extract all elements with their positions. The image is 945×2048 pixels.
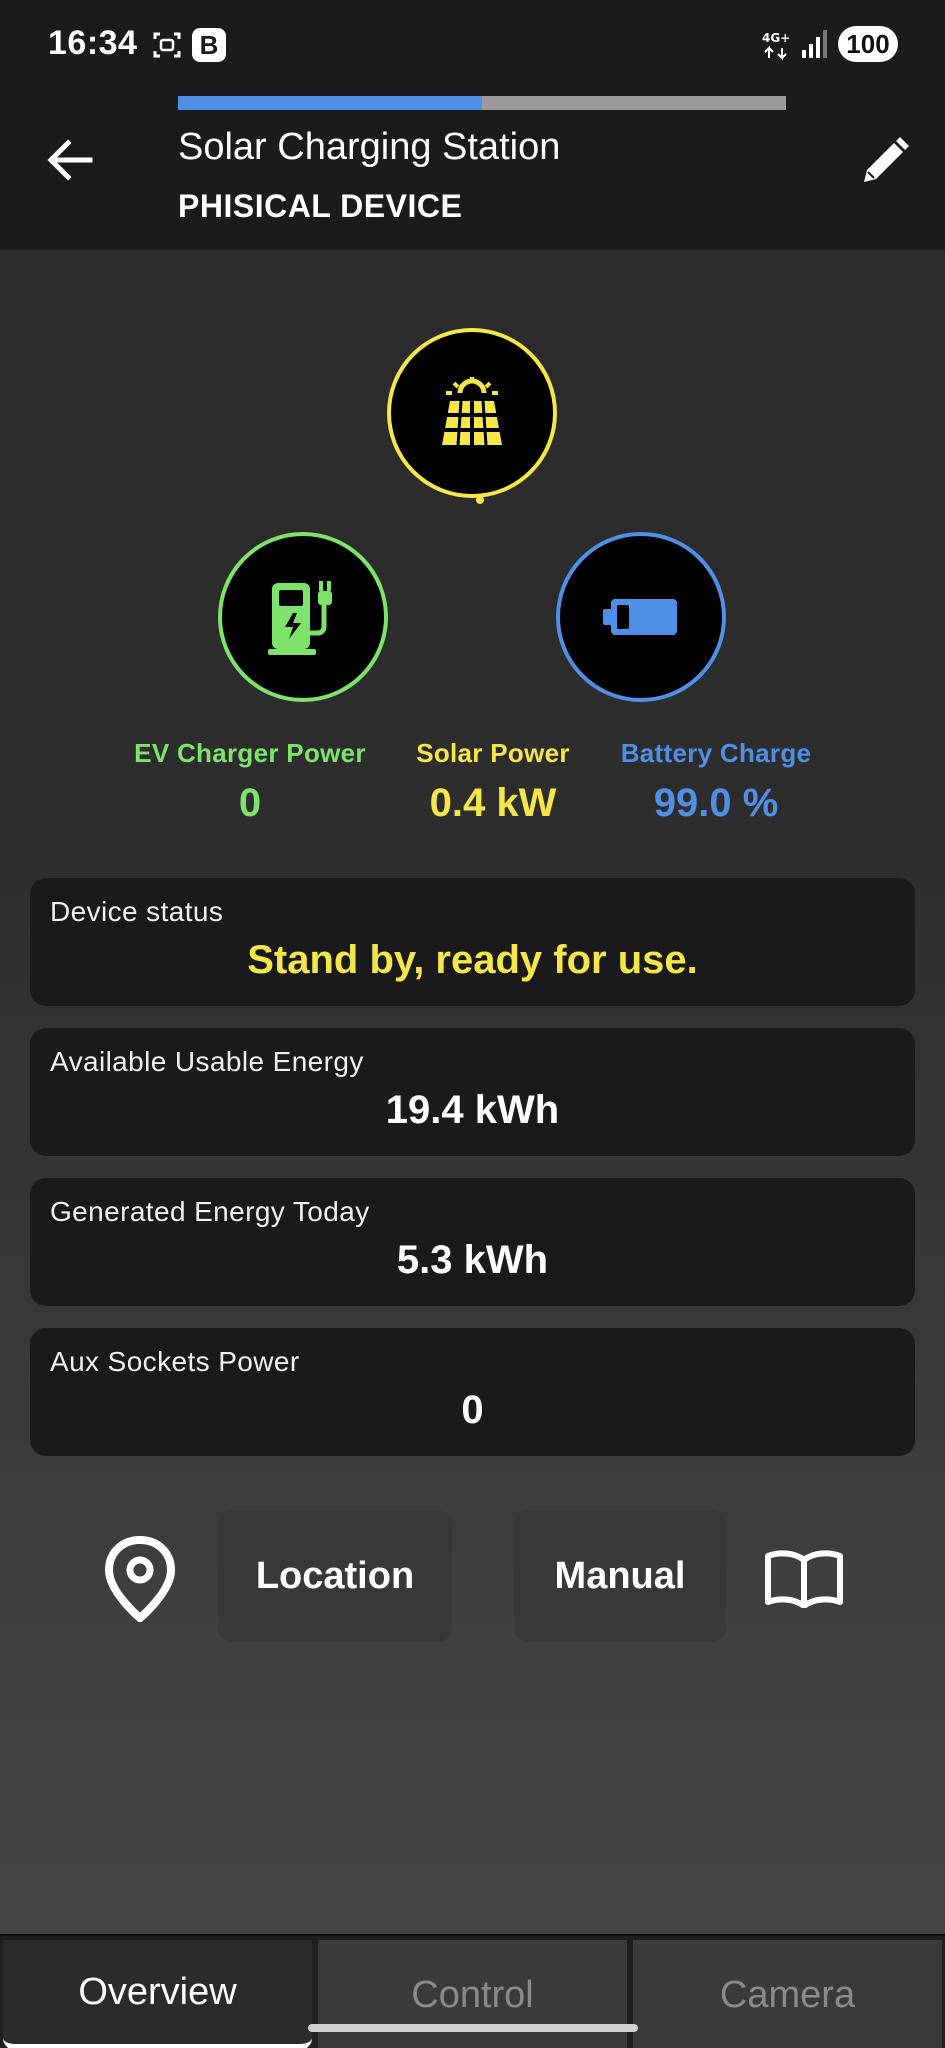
aux-sockets-label: Aux Sockets Power <box>50 1346 300 1377</box>
solar-power-value: 0.4 kW <box>429 781 557 825</box>
generated-energy-value: 5.3 kWh <box>396 1238 549 1282</box>
status-time: 16:34 <box>48 24 138 62</box>
usable-energy-label: Available Usable Energy <box>50 1046 364 1077</box>
usable-energy-value: 19.4 kWh <box>385 1088 560 1132</box>
device-status-card: Device status Stand by, ready for use. <box>30 878 915 1006</box>
solar-power-metric: Solar Power 0.4 kW <box>393 738 593 826</box>
solar-panel-icon <box>442 377 502 446</box>
open-book-icon[interactable] <box>764 1548 844 1608</box>
app-badge-icon: B <box>192 28 226 62</box>
battery-icon <box>603 599 677 635</box>
progress-bar <box>178 96 786 110</box>
signal-icon <box>802 30 827 58</box>
generated-energy-card: Generated Energy Today 5.3 kWh <box>30 1178 915 1306</box>
edit-pencil-icon[interactable] <box>856 134 912 190</box>
aux-sockets-card: Aux Sockets Power 0 <box>30 1328 915 1456</box>
home-indicator[interactable] <box>308 2024 638 2032</box>
back-arrow-icon[interactable] <box>40 130 100 190</box>
device-status-label: Device status <box>50 896 224 927</box>
battery-charge-label: Battery Charge <box>620 738 812 768</box>
screenshot-icon <box>153 32 181 58</box>
battery-status-badge: 100 <box>838 26 898 62</box>
status-bar: 16:34 B 4G+ 100 <box>0 0 945 90</box>
tab-overview[interactable]: Overview <box>3 1940 312 2048</box>
device-status-value: Stand by, ready for use. <box>247 938 698 982</box>
network-icon: 4G+ <box>762 31 790 61</box>
location-pin-icon[interactable] <box>102 1536 178 1622</box>
solar-power-label: Solar Power <box>416 738 570 768</box>
network-label: 4G+ <box>762 31 790 45</box>
usable-energy-card: Available Usable Energy 19.4 kWh <box>30 1028 915 1156</box>
ev-charger-power-value: 0 <box>238 781 262 825</box>
ev-charger-icon <box>268 581 332 655</box>
tab-camera[interactable]: Camera <box>633 1940 942 2048</box>
battery-charge-metric: Battery Charge 99.0 % <box>606 738 826 826</box>
page-subtitle: PHISICAL DEVICE <box>178 188 463 224</box>
aux-sockets-value: 0 <box>461 1388 484 1432</box>
battery-charge-value: 99.0 % <box>653 781 779 825</box>
page-title: Solar Charging Station <box>178 126 561 168</box>
ev-charger-indicator <box>218 532 388 702</box>
ev-charger-power-label: EV Charger Power <box>134 738 366 768</box>
progress-fill <box>178 96 482 110</box>
location-button[interactable]: Location <box>218 1510 452 1642</box>
solar-power-indicator <box>387 328 557 498</box>
generated-energy-label: Generated Energy Today <box>50 1196 370 1227</box>
ev-charger-power-metric: EV Charger Power 0 <box>120 738 380 826</box>
app-header: Solar Charging Station PHISICAL DEVICE <box>0 90 945 250</box>
manual-button[interactable]: Manual <box>514 1510 726 1642</box>
battery-indicator <box>556 532 726 702</box>
flow-connector-dot <box>476 496 484 504</box>
